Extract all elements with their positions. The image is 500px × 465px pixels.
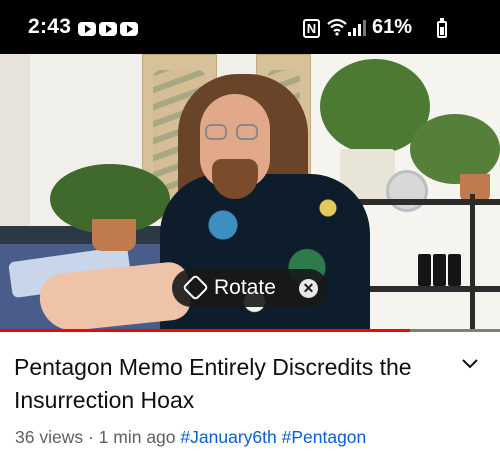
upload-age: 1 min ago xyxy=(98,427,176,447)
close-icon[interactable]: ✕ xyxy=(299,279,318,298)
youtube-icon xyxy=(99,22,117,36)
video-meta: 36 views · 1 min ago #January6th #Pentag… xyxy=(15,427,366,448)
can xyxy=(433,254,446,286)
rotate-icon xyxy=(182,274,209,301)
wifi-icon xyxy=(327,18,347,36)
progress-bar[interactable] xyxy=(0,329,500,332)
meta-separator: · xyxy=(87,427,94,447)
chevron-down-icon[interactable] xyxy=(460,357,480,371)
can xyxy=(448,254,461,286)
battery-percent: 61% xyxy=(372,16,413,38)
video-player[interactable]: Rotate ✕ xyxy=(0,54,500,332)
shelf-leg xyxy=(470,194,475,332)
rotate-label: Rotate xyxy=(214,276,276,299)
rotate-button[interactable]: Rotate ✕ xyxy=(172,269,328,307)
can xyxy=(418,254,431,286)
person-shirt xyxy=(160,174,370,332)
youtube-icon xyxy=(78,22,96,36)
plant-pot xyxy=(92,219,136,251)
youtube-icon xyxy=(120,22,138,36)
hashtag-link[interactable]: #January6th xyxy=(180,427,276,447)
clock: 2:43 xyxy=(28,15,72,38)
hashtag-link[interactable]: #Pentagon xyxy=(282,427,367,447)
view-count: 36 views xyxy=(15,427,84,447)
glasses-icon xyxy=(205,124,227,140)
shelf xyxy=(340,199,500,205)
nfc-icon: N xyxy=(303,19,320,38)
video-title[interactable]: Pentagon Memo Entirely Discredits the In… xyxy=(14,351,434,417)
decor-disc xyxy=(386,170,428,212)
status-bar: 2:43 N 61% xyxy=(0,0,500,54)
glasses-icon xyxy=(236,124,258,140)
signal-icon xyxy=(348,20,366,36)
battery-icon xyxy=(437,18,447,38)
progress-fill xyxy=(0,329,410,332)
